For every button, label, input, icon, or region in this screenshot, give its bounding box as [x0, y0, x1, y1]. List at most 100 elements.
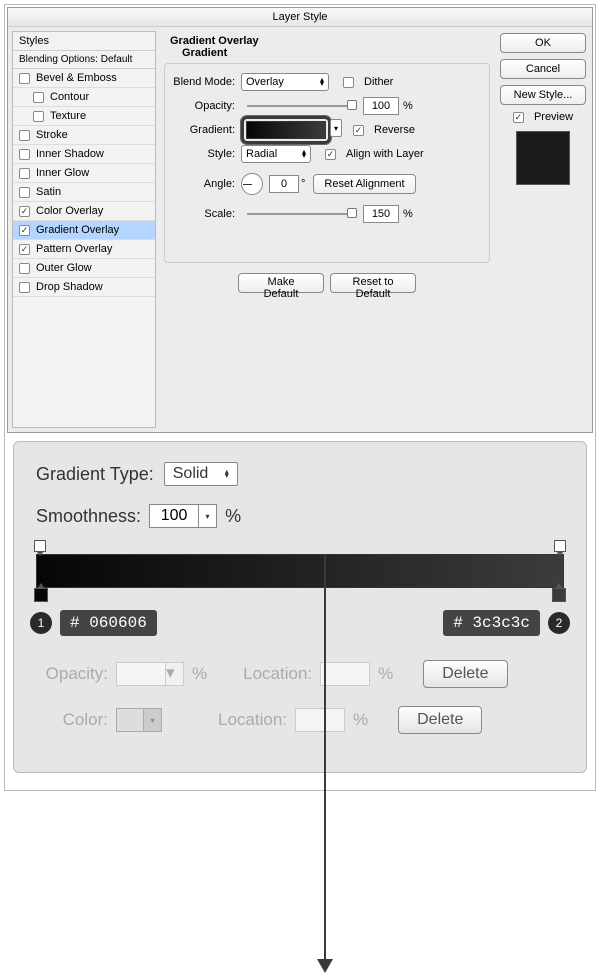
- gradient-type-select[interactable]: Solid▴▾: [164, 462, 238, 486]
- opacity-slider[interactable]: [247, 105, 357, 107]
- stop-opacity-label: Opacity:: [36, 664, 108, 684]
- gradient-bar[interactable]: [36, 554, 564, 588]
- hex-label-2: # 3c3c3c: [443, 610, 540, 636]
- blending-options-header[interactable]: Blending Options: Default: [13, 51, 155, 69]
- styles-header[interactable]: Styles: [13, 32, 155, 51]
- angle-dial[interactable]: [241, 173, 263, 195]
- style-checkbox[interactable]: [19, 282, 30, 293]
- hex-label-1: # 060606: [60, 610, 157, 636]
- make-default-button[interactable]: Make Default: [238, 273, 324, 293]
- stop-color-dropdown: ▾: [144, 708, 162, 732]
- annotation-badge-2: 2: [548, 612, 570, 634]
- angle-input[interactable]: [269, 175, 299, 193]
- style-label: Gradient Overlay: [36, 224, 119, 236]
- dialog-title: Layer Style: [8, 8, 592, 27]
- reset-alignment-button[interactable]: Reset Alignment: [313, 174, 415, 194]
- style-checkbox[interactable]: [33, 111, 44, 122]
- style-label: Stroke: [36, 129, 68, 141]
- blend-mode-label: Blend Mode:: [173, 76, 241, 88]
- style-item-gradient-overlay[interactable]: Gradient Overlay: [13, 221, 155, 240]
- section-title: Gradient Overlay: [170, 35, 490, 47]
- stop-location-label-2: Location:: [218, 710, 287, 730]
- style-item-contour[interactable]: Contour: [13, 88, 155, 107]
- style-item-stroke[interactable]: Stroke: [13, 126, 155, 145]
- style-item-drop-shadow[interactable]: Drop Shadow: [13, 278, 155, 297]
- smoothness-stepper[interactable]: ▾: [199, 504, 217, 528]
- color-stop-right[interactable]: [552, 588, 566, 602]
- delete-color-stop-button[interactable]: Delete: [398, 706, 482, 734]
- stop-opacity-stepper: ▾: [166, 662, 184, 686]
- style-checkbox[interactable]: [19, 187, 30, 198]
- ok-button[interactable]: OK: [500, 33, 586, 53]
- style-item-satin[interactable]: Satin: [13, 183, 155, 202]
- stop-opacity-input: [116, 662, 166, 686]
- stop-color-label: Color:: [36, 710, 108, 730]
- new-style-button[interactable]: New Style...: [500, 85, 586, 105]
- pct-label-6: %: [353, 710, 368, 730]
- preview-swatch: [516, 131, 570, 185]
- color-stop-left[interactable]: [34, 588, 48, 602]
- style-label: Inner Glow: [36, 167, 89, 179]
- stop-location-input-1: [320, 662, 370, 686]
- section-subtitle: Gradient: [182, 47, 490, 59]
- delete-opacity-stop-button[interactable]: Delete: [423, 660, 507, 688]
- style-item-inner-shadow[interactable]: Inner Shadow: [13, 145, 155, 164]
- annotation-arrow-head: [317, 959, 333, 973]
- opacity-input[interactable]: [363, 97, 399, 115]
- opacity-label: Opacity:: [173, 100, 241, 112]
- style-item-texture[interactable]: Texture: [13, 107, 155, 126]
- style-label: Pattern Overlay: [36, 243, 112, 255]
- gradient-picker[interactable]: ▾: [241, 116, 331, 144]
- smoothness-label: Smoothness:: [36, 506, 141, 527]
- dither-checkbox[interactable]: Dither: [343, 76, 393, 88]
- style-select[interactable]: Radial▴▾: [241, 145, 311, 163]
- gradient-editor-panel: Gradient Type: Solid▴▾ Smoothness: ▾ % 1…: [13, 441, 587, 773]
- style-label: Contour: [50, 91, 89, 103]
- style-label: Inner Shadow: [36, 148, 104, 160]
- pct-label-2: %: [403, 208, 413, 220]
- style-checkbox[interactable]: [19, 149, 30, 160]
- angle-label: Angle:: [173, 178, 241, 190]
- style-item-color-overlay[interactable]: Color Overlay: [13, 202, 155, 221]
- pct-label-5: %: [378, 664, 393, 684]
- cancel-button[interactable]: Cancel: [500, 59, 586, 79]
- pct-label-4: %: [192, 664, 207, 684]
- style-checkbox[interactable]: [19, 168, 30, 179]
- smoothness-input[interactable]: [149, 504, 199, 528]
- scale-slider[interactable]: [247, 213, 357, 215]
- style-checkbox[interactable]: [19, 130, 30, 141]
- style-label: Bevel & Emboss: [36, 72, 117, 84]
- style-item-outer-glow[interactable]: Outer Glow: [13, 259, 155, 278]
- style-checkbox[interactable]: [19, 73, 30, 84]
- style-label: Satin: [36, 186, 61, 198]
- style-checkbox[interactable]: [19, 263, 30, 274]
- style-checkbox[interactable]: [19, 206, 30, 217]
- gradient-type-label: Gradient Type:: [36, 464, 154, 485]
- style-label: Color Overlay: [36, 205, 103, 217]
- style-checkbox[interactable]: [19, 244, 30, 255]
- style-checkbox[interactable]: [19, 225, 30, 236]
- style-item-inner-glow[interactable]: Inner Glow: [13, 164, 155, 183]
- stop-location-input-2: [295, 708, 345, 732]
- pct-label-3: %: [225, 506, 241, 527]
- gradient-dropdown-icon[interactable]: ▾: [330, 119, 342, 137]
- align-with-layer-checkbox[interactable]: Align with Layer: [325, 148, 424, 160]
- style-label: Texture: [50, 110, 86, 122]
- opacity-stop-right[interactable]: [554, 540, 566, 552]
- deg-label: °: [301, 178, 305, 190]
- styles-panel: Styles Blending Options: Default Bevel &…: [12, 31, 156, 428]
- gradient-label: Gradient:: [173, 124, 241, 136]
- style-item-pattern-overlay[interactable]: Pattern Overlay: [13, 240, 155, 259]
- style-checkbox[interactable]: [33, 92, 44, 103]
- style-item-bevel-emboss[interactable]: Bevel & Emboss: [13, 69, 155, 88]
- blend-mode-select[interactable]: Overlay▴▾: [241, 73, 329, 91]
- scale-input[interactable]: [363, 205, 399, 223]
- pct-label: %: [403, 100, 413, 112]
- preview-checkbox[interactable]: Preview: [500, 111, 586, 123]
- stop-location-label: Location:: [243, 664, 312, 684]
- annotation-badge-1: 1: [30, 612, 52, 634]
- reset-to-default-button[interactable]: Reset to Default: [330, 273, 416, 293]
- stop-color-swatch: [116, 708, 144, 732]
- opacity-stop-left[interactable]: [34, 540, 46, 552]
- reverse-checkbox[interactable]: Reverse: [353, 124, 415, 136]
